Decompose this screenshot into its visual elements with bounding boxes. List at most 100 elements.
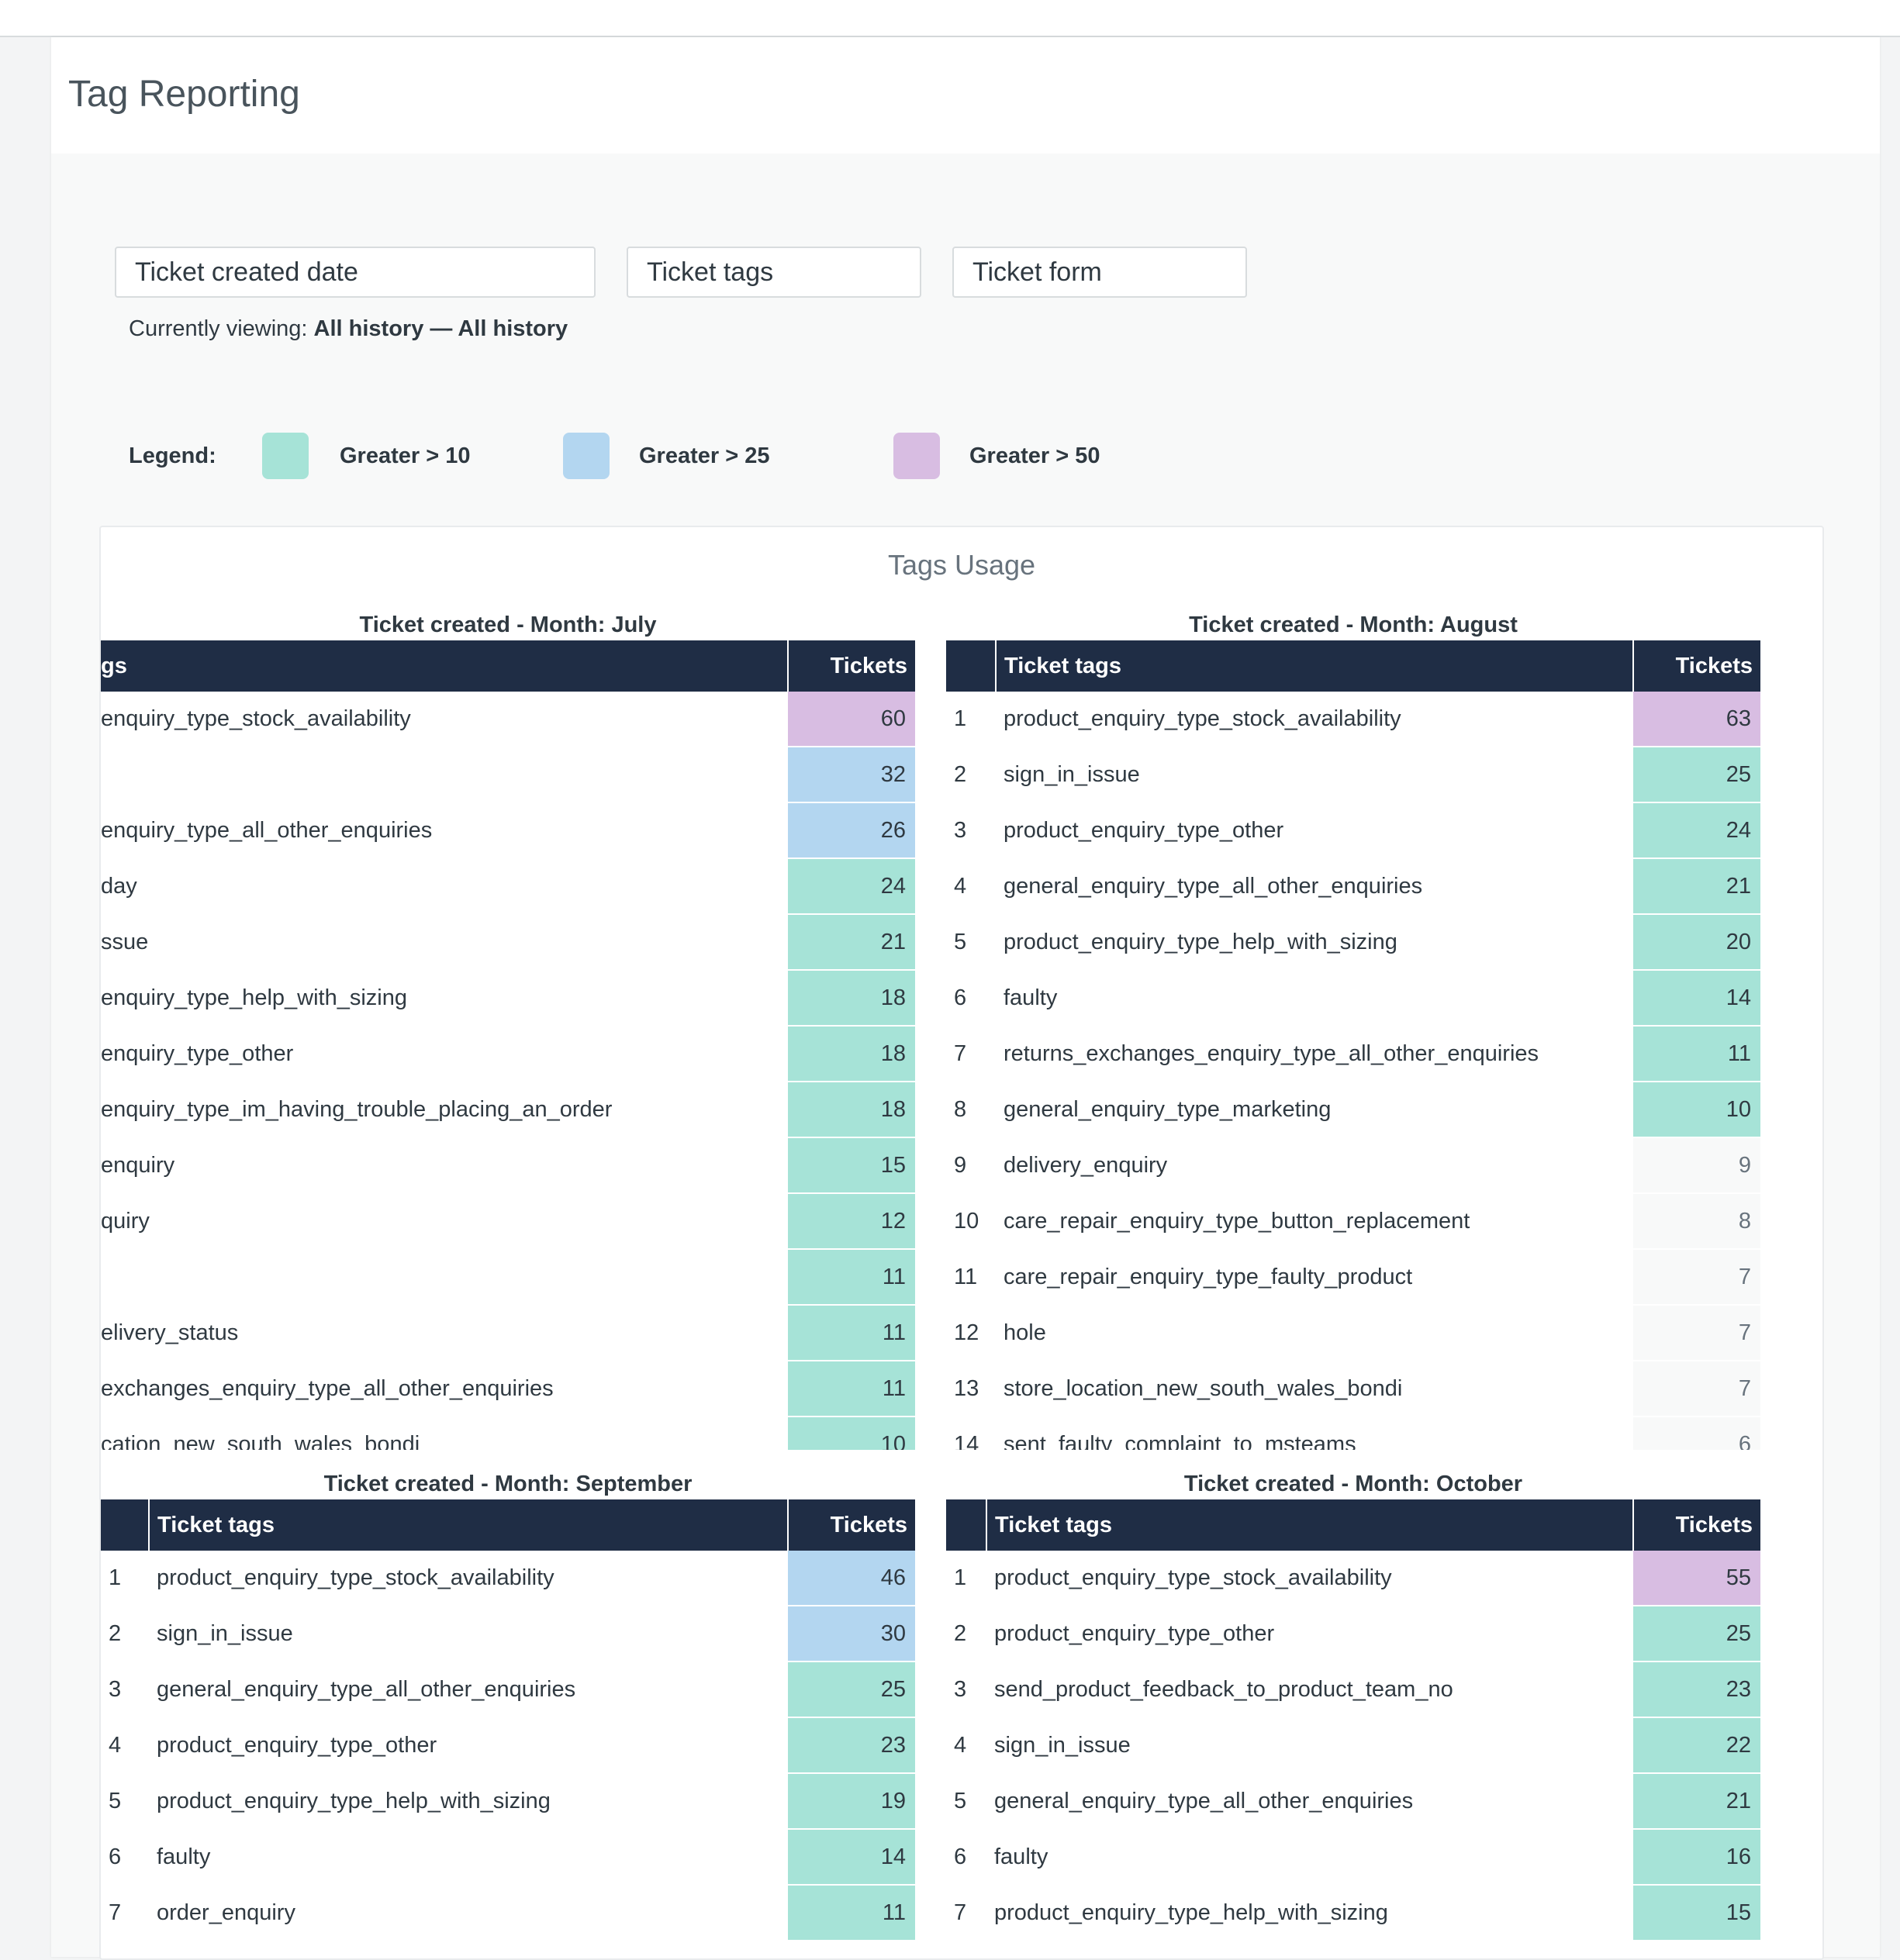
legend-label-greater-10: Greater > 10 [340, 443, 471, 468]
column-header-tickets[interactable]: Tickets [1633, 1499, 1760, 1551]
table-row[interactable]: 2 sign_in_issue 30 [101, 1606, 915, 1662]
tag-cell: store_location_new_south_wales_bondi [1004, 1375, 1403, 1401]
tickets-cell: 63 [1633, 692, 1760, 747]
table-row[interactable]: exchanges_enquiry_type_all_other_enquiri… [101, 1361, 915, 1417]
table-row[interactable]: 3 general_enquiry_type_all_other_enquirie… [101, 1662, 915, 1718]
table-row[interactable]: 12 hole 7 [946, 1305, 1760, 1361]
table-scroll-july[interactable]: gs Tickets enquiry_type_stock_availabili… [101, 640, 915, 1450]
table-row[interactable]: elivery_status 11 [101, 1305, 915, 1361]
table-row[interactable]: 4 general_enquiry_type_all_other_enquirie… [946, 858, 1760, 915]
legend-swatch-greater-25 [563, 433, 610, 479]
tickets-cell: 18 [788, 1082, 915, 1138]
table-row[interactable]: 3 send_product_feedback_to_product_team_n… [946, 1662, 1760, 1718]
table-row[interactable]: 5 general_enquiry_type_all_other_enquirie… [946, 1773, 1760, 1830]
tag-cell: day [101, 873, 137, 899]
page-header: Tag Reporting [51, 37, 1880, 154]
tickets-cell: 25 [788, 1662, 915, 1718]
column-header-tags[interactable]: Ticket tags [996, 640, 1634, 692]
table-row[interactable]: 1 product_enquiry_type_stock_availability… [946, 692, 1760, 747]
card-title: Tags Usage [887, 549, 1036, 581]
table-row[interactable]: 6 faulty 16 [946, 1829, 1760, 1886]
table-header-row: Ticket tags Tickets [946, 640, 1760, 692]
table-scroll-september[interactable]: Ticket tags Tickets 1 product_enquiry_typ… [101, 1499, 915, 1958]
tag-cell [101, 1249, 788, 1305]
tickets-cell: 7 [1633, 1249, 1760, 1306]
table-header-row: Ticket tags Tickets [101, 1499, 915, 1551]
table-row[interactable]: 1 product_enquiry_type_stock_availability… [101, 1551, 915, 1606]
column-header-tickets[interactable]: Tickets [788, 640, 915, 692]
ticket-created-date-filter[interactable]: Ticket created date [115, 247, 596, 298]
tickets-cell: 11 [1633, 1026, 1760, 1082]
column-header-tags[interactable]: Ticket tags [149, 1499, 789, 1551]
report-page: Tag Reporting Ticket created date Ticket… [51, 37, 1880, 1960]
table-row[interactable]: enquiry_type_help_with_sizing 18 [101, 970, 915, 1027]
table-row[interactable]: 5 product_enquiry_type_help_with_sizing 20 [946, 914, 1760, 971]
table-row[interactable]: day 24 [101, 858, 915, 915]
table-scroll-october[interactable]: Ticket tags Tickets 1 product_enquiry_typ… [946, 1499, 1760, 1958]
tag-cell: delivery_enquiry [1004, 1152, 1168, 1178]
table-row[interactable]: cation_new_south_wales_bondi 10 [101, 1417, 915, 1450]
row-index: 6 [954, 1844, 967, 1869]
table-row[interactable]: 14 sent_faulty_complaint_to_msteams 6 [946, 1417, 1760, 1450]
table-row[interactable]: 2 sign_in_issue 25 [946, 747, 1760, 803]
table-header-row: gs Tickets [101, 640, 915, 692]
column-header-tickets[interactable]: Tickets [1633, 640, 1760, 692]
tag-cell: product_enquiry_type_help_with_sizing [1004, 929, 1397, 954]
tickets-cell: 9 [1633, 1137, 1760, 1194]
table-row[interactable]: 11 care_repair_enquiry_type_faulty_produc… [946, 1249, 1760, 1306]
legend-label-greater-25: Greater > 25 [639, 443, 770, 468]
tickets-cell: 15 [788, 1137, 915, 1194]
table-row[interactable]: enquiry_type_im_having_trouble_placing_a… [101, 1082, 915, 1138]
row-index: 12 [954, 1320, 979, 1345]
table-row[interactable]: 32 [101, 747, 915, 803]
table-row[interactable]: 9 delivery_enquiry 9 [946, 1137, 1760, 1194]
ticket-tags-filter[interactable]: Ticket tags [627, 247, 921, 298]
table-row[interactable]: ssue 21 [101, 914, 915, 971]
tickets-cell: 25 [1633, 1606, 1760, 1662]
table-scroll-august[interactable]: Ticket tags Tickets 1 product_enquiry_typ… [946, 640, 1760, 1450]
tag-cell: product_enquiry_type_other [994, 1620, 1275, 1646]
table-row[interactable]: enquiry_type_other 18 [101, 1026, 915, 1082]
row-index: 2 [109, 1620, 122, 1646]
table-july: gs Tickets enquiry_type_stock_availabili… [101, 640, 915, 1450]
tag-cell: faulty [994, 1844, 1048, 1869]
table-august: Ticket tags Tickets 1 product_enquiry_typ… [946, 640, 1760, 1450]
row-index: 6 [109, 1844, 122, 1869]
legend: Legend: Greater > 10 Greater > 25 Greate… [129, 433, 1214, 479]
table-row[interactable]: 8 general_enquiry_type_marketing 10 [946, 1082, 1760, 1138]
row-index: 10 [954, 1208, 979, 1234]
column-header-tickets[interactable]: Tickets [788, 1499, 915, 1551]
table-row[interactable]: 4 product_enquiry_type_other 23 [101, 1717, 915, 1774]
column-header-tags[interactable]: gs [101, 640, 789, 692]
tag-cell: enquiry_type_im_having_trouble_placing_a… [101, 1096, 613, 1122]
table-row[interactable]: 7 returns_exchanges_enquiry_type_all_othe… [946, 1026, 1760, 1082]
table-row[interactable]: quiry 12 [101, 1193, 915, 1250]
table-row[interactable]: 3 product_enquiry_type_other 24 [946, 802, 1760, 859]
table-row[interactable]: 7 order_enquiry 11 [101, 1885, 915, 1941]
table-row[interactable]: 1 product_enquiry_type_stock_availability… [946, 1551, 1760, 1606]
tickets-cell: 11 [788, 1885, 915, 1941]
row-index: 4 [954, 873, 967, 899]
tag-cell: exchanges_enquiry_type_all_other_enquiri… [101, 1375, 554, 1401]
row-index: 13 [954, 1375, 979, 1401]
tickets-cell: 60 [788, 692, 915, 747]
table-row[interactable]: 13 store_location_new_south_wales_bondi 7 [946, 1361, 1760, 1417]
table-row[interactable]: 4 sign_in_issue 22 [946, 1717, 1760, 1774]
table-row[interactable]: 11 [101, 1249, 915, 1306]
tickets-cell: 7 [1633, 1361, 1760, 1417]
row-index: 7 [109, 1900, 122, 1925]
table-row[interactable]: 7 product_enquiry_type_help_with_sizing 15 [946, 1885, 1760, 1941]
table-row[interactable]: 6 faulty 14 [101, 1829, 915, 1886]
table-row[interactable]: enquiry_type_stock_availability 60 [101, 692, 915, 747]
tickets-cell: 21 [788, 914, 915, 971]
table-row[interactable]: 6 faulty 14 [946, 970, 1760, 1027]
ticket-form-filter[interactable]: Ticket form [952, 247, 1247, 298]
column-header-tags[interactable]: Ticket tags [986, 1499, 1634, 1551]
table-row[interactable]: 2 product_enquiry_type_other 25 [946, 1606, 1760, 1662]
table-row[interactable]: enquiry 15 [101, 1137, 915, 1194]
tickets-cell: 55 [1633, 1551, 1760, 1606]
table-row[interactable]: 10 care_repair_enquiry_type_button_replac… [946, 1193, 1760, 1250]
table-row[interactable]: enquiry_type_all_other_enquiries 26 [101, 802, 915, 859]
tag-cell: quiry [101, 1208, 150, 1234]
table-row[interactable]: 5 product_enquiry_type_help_with_sizing 19 [101, 1773, 915, 1830]
